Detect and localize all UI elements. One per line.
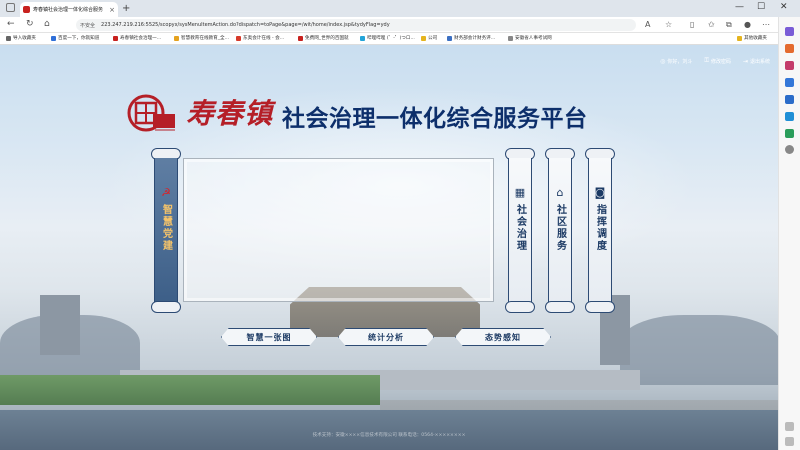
add-sidebar-icon[interactable] (785, 145, 794, 154)
bookmark-item[interactable]: 免费网_世界的百国就 (298, 35, 349, 41)
party-emblem-icon: ☭ (161, 186, 171, 199)
background-building (40, 295, 80, 355)
background-lawn (0, 375, 380, 405)
main-display-frame (183, 158, 494, 302)
panel-social-governance[interactable]: ▦ 社会治理 (505, 148, 535, 313)
address-bar-row: ← ↻ ⌂ 不安全 223.247.219.216:5525/scopyx/sy… (0, 17, 800, 33)
logout-icon: ⇥ (742, 57, 748, 65)
sidebar-settings-icon[interactable] (785, 437, 794, 446)
tab-close-icon[interactable]: × (109, 6, 115, 14)
url-field[interactable]: 不安全 223.247.219.216:5525/scopyx/sysMenuI… (76, 19, 636, 31)
situation-awareness-button[interactable]: 态势感知 (455, 328, 551, 346)
other-bookmarks[interactable]: 其他收藏夹 (737, 35, 767, 41)
statistics-button[interactable]: 统计分析 (338, 328, 434, 346)
panel-label: 社会治理 (514, 204, 526, 252)
url-text: 223.247.219.216:5525/scopyx/sysMenuItemA… (101, 22, 390, 28)
town-logo (127, 94, 175, 132)
panel-command-dispatch[interactable]: ◙ 指挥调度 (585, 148, 615, 313)
panel-label: 指挥调度 (594, 204, 606, 252)
tab-title: 寿春镇社会治理一体化综合服务 (33, 7, 104, 13)
header-user-links: ◎ 你好，刘斗 ⚿ 修改密码 ⇥ 退出系统 (660, 57, 770, 65)
building-icon: ▦ (514, 186, 526, 199)
favorite-star-icon[interactable]: ☆ (665, 20, 672, 29)
bookmark-item[interactable]: 百度一下，你就知道 (51, 35, 99, 41)
home-icon[interactable]: ⌂ (44, 19, 50, 29)
change-password-link[interactable]: ⚿ 修改密码 (704, 57, 731, 65)
workspaces-icon[interactable] (6, 3, 15, 12)
maximize-icon[interactable]: ☐ (757, 2, 765, 12)
browser-sidebar (778, 17, 800, 450)
user-greeting-link[interactable]: ◎ 你好，刘斗 (660, 57, 692, 65)
more-menu-icon[interactable]: ⋯ (762, 20, 770, 29)
bookmark-item[interactable]: 公司 (421, 35, 437, 41)
minimize-icon[interactable]: — (735, 2, 744, 12)
tree-icon[interactable] (785, 129, 794, 138)
background-trees (620, 315, 778, 385)
read-aloud-icon[interactable]: A (645, 20, 650, 29)
user-icon: ◎ (660, 57, 666, 65)
logout-link[interactable]: ⇥ 退出系统 (743, 57, 770, 65)
outlook-icon[interactable] (785, 112, 794, 121)
bookmark-item[interactable]: 导入收藏夹 (6, 35, 36, 41)
panel-smart-party-building[interactable]: ☭ 智慧党建 (151, 148, 181, 313)
bookmark-item[interactable]: 寿春镇社会治理一... (113, 35, 161, 41)
split-screen-icon[interactable]: ▯ (690, 20, 694, 29)
monitor-icon: ◙ (594, 186, 606, 199)
sidebar-layout-icon[interactable] (785, 422, 794, 431)
copilot-icon[interactable] (785, 27, 794, 36)
games-icon[interactable] (785, 78, 794, 87)
not-secure-label[interactable]: 不安全 (80, 22, 95, 29)
tools-icon[interactable] (785, 61, 794, 70)
page-content: ◎ 你好，刘斗 ⚿ 修改密码 ⇥ 退出系统 寿春镇 社会治理一体化综合服务平台 ☭ 智… (0, 45, 778, 450)
browser-tab[interactable]: 寿春镇社会治理一体化综合服务 × (20, 2, 118, 17)
close-window-icon[interactable]: ✕ (780, 2, 788, 12)
platform-title: 社会治理一体化综合服务平台 (282, 106, 588, 132)
refresh-icon[interactable]: ↻ (26, 19, 34, 29)
back-icon[interactable]: ← (7, 19, 15, 29)
bookmark-item[interactable]: 哔哩哔哩 (゜-゜)つロ... (360, 35, 415, 41)
new-tab-button[interactable]: + (122, 3, 130, 14)
site-favicon-icon (23, 6, 30, 13)
bookmark-item[interactable]: 财务部会计财务评... (447, 35, 495, 41)
background-river (0, 410, 778, 450)
favorites-icon[interactable]: ✩ (708, 20, 715, 29)
browser-tab-bar: 寿春镇社会治理一体化综合服务 × + — ☐ ✕ (0, 0, 800, 17)
collections-icon[interactable]: ⧉ (726, 20, 732, 30)
shopping-icon[interactable] (785, 44, 794, 53)
office-icon[interactable] (785, 95, 794, 104)
key-icon: ⚿ (704, 57, 709, 64)
panel-community-service[interactable]: ⌂ 社区服务 (545, 148, 575, 313)
bookmark-item[interactable]: 安徽省人事考试网 (508, 35, 552, 41)
profile-icon[interactable]: ● (744, 20, 751, 29)
panel-label: 社区服务 (554, 204, 566, 252)
bookmark-item[interactable]: 东奥会计在线 - 会... (236, 35, 284, 41)
bookmarks-bar: 导入收藏夹 百度一下，你就知道 寿春镇社会治理一... 智慧教育在线教育_全..… (0, 33, 800, 45)
page-footer: 技术支持：安徽××××信息技术有限公司 联系电话：0564-×××××××× (312, 433, 466, 438)
house-icon: ⌂ (556, 186, 564, 199)
bookmark-item[interactable]: 智慧教育在线教育_全... (174, 35, 229, 41)
panel-label: 智慧党建 (160, 204, 172, 252)
smart-map-button[interactable]: 智慧一张图 (221, 328, 317, 346)
town-name-title: 寿春镇 (186, 97, 274, 130)
